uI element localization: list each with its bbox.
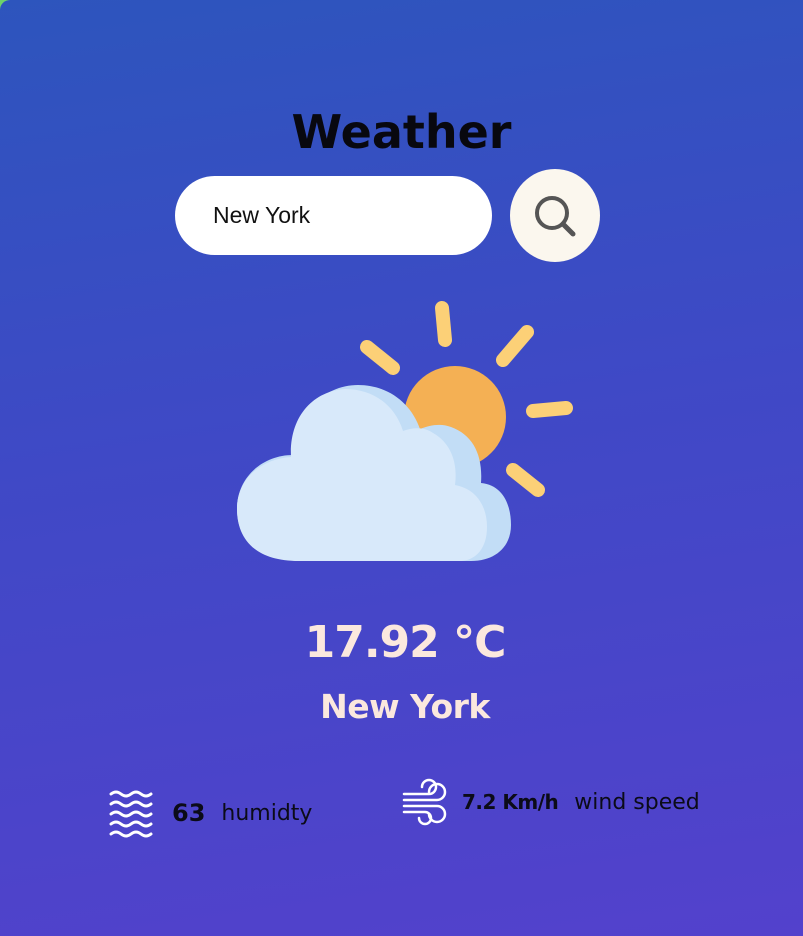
weather-card: Weather 17.92 °C New York — [0, 0, 803, 936]
wind-value: 7.2 Km/h — [462, 790, 559, 814]
humidity-label: humidty — [221, 800, 313, 826]
wind-stat: 7.2 Km/h wind speed — [401, 778, 700, 826]
partly-cloudy-icon — [237, 301, 573, 561]
search-button[interactable] — [510, 169, 600, 262]
temperature: 17.92 °C — [304, 617, 507, 668]
app-title: Weather — [291, 105, 512, 159]
humidity-waves-icon — [109, 790, 153, 838]
search-icon — [535, 196, 576, 237]
wind-label: wind speed — [574, 789, 700, 815]
search-input[interactable] — [213, 198, 473, 232]
humidity-value: 63 — [172, 799, 206, 827]
humidity-stat: 63 humidty — [108, 788, 312, 838]
wind-icon — [402, 778, 447, 826]
city-name: New York — [320, 687, 490, 726]
search-field[interactable] — [175, 176, 492, 255]
